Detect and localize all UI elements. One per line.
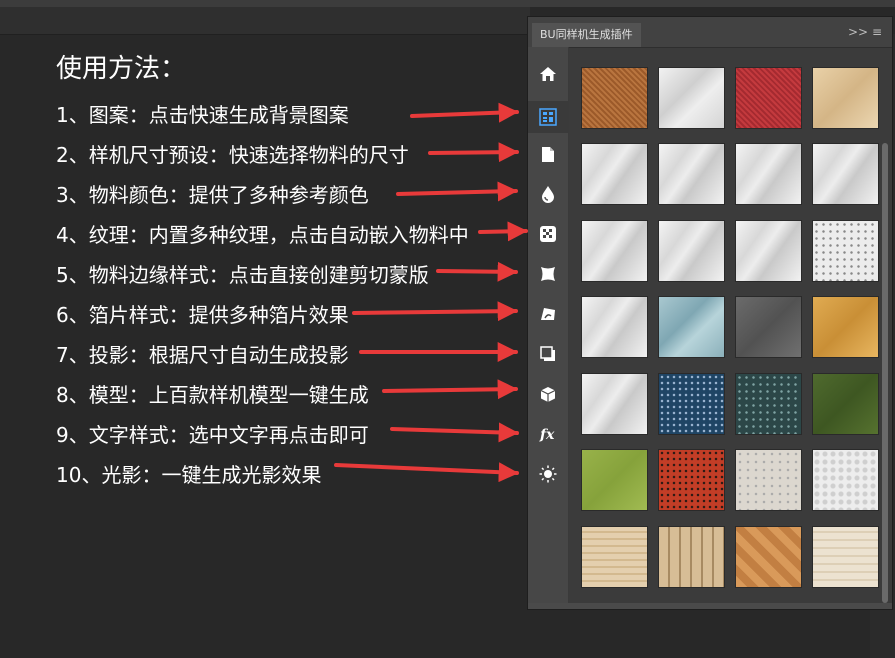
texture-tile-light-wood[interactable]: [581, 526, 648, 588]
plugin-panel: BU同样机生成插件 >> ≡ fx: [527, 16, 893, 610]
model-cube-icon[interactable]: [535, 381, 561, 407]
instruction-item: 5、物料边缘样式：点击直接创建剪切蒙版: [56, 263, 429, 287]
red-arrow: [436, 261, 518, 282]
texture-tile-marble[interactable]: [658, 143, 725, 205]
texture-tile-blue-marble[interactable]: [658, 296, 725, 358]
home-icon[interactable]: [535, 61, 561, 87]
texture-tile-marble[interactable]: [658, 220, 725, 282]
pattern-icon[interactable]: [528, 101, 568, 133]
texture-tile-marble[interactable]: [812, 143, 879, 205]
texture-tile-white-paper[interactable]: [658, 67, 725, 129]
color-drop-icon[interactable]: [535, 181, 561, 207]
texture-tile-parquet[interactable]: [735, 526, 802, 588]
red-arrow: [428, 142, 519, 163]
document-tab-strip: [0, 7, 530, 35]
texture-tile-green-felt[interactable]: [812, 373, 879, 435]
instruction-item: 8、模型：上百款样机模型一键生成: [56, 383, 369, 407]
texture-tile-marble[interactable]: [581, 373, 648, 435]
scrollbar[interactable]: [882, 143, 888, 603]
red-arrow: [352, 301, 518, 322]
shadow-icon[interactable]: [535, 341, 561, 367]
instructions: 使用方法： 1、图案：点击快速生成背景图案 2、样机尺寸预设：快速选择物料的尺寸…: [56, 52, 469, 487]
texture-tile-marble[interactable]: [735, 220, 802, 282]
instruction-item: 3、物料颜色：提供了多种参考颜色: [56, 183, 369, 207]
light-icon[interactable]: [535, 461, 561, 487]
instruction-item: 9、文字样式：选中文字再点击即可: [56, 423, 369, 447]
instructions-title: 使用方法：: [56, 54, 187, 84]
document-icon[interactable]: [535, 141, 561, 167]
red-arrow: [478, 221, 528, 242]
instruction-item: 10、光影：一键生成光影效果: [56, 463, 322, 487]
red-arrow: [390, 422, 519, 443]
svg-text:fx: fx: [539, 427, 555, 442]
texture-tile-burlap[interactable]: [581, 67, 648, 129]
instruction-item: 6、箔片样式：提供多种箔片效果: [56, 303, 349, 327]
texture-tile-wood-planks[interactable]: [658, 526, 725, 588]
red-arrow: [396, 181, 518, 202]
texture-tile-sand-paper[interactable]: [812, 67, 879, 129]
texture-tile-marble[interactable]: [581, 220, 648, 282]
panel-tab[interactable]: BU同样机生成插件: [532, 23, 641, 47]
app-top-bar: [0, 0, 895, 7]
texture-tile-marble[interactable]: [581, 143, 648, 205]
texture-tile-marble[interactable]: [581, 296, 648, 358]
panel-menu-icon[interactable]: ≡: [872, 24, 882, 40]
collapse-icon[interactable]: >>: [848, 24, 868, 40]
texture-tile-teal-terrazzo[interactable]: [735, 373, 802, 435]
texture-tile-marble[interactable]: [735, 143, 802, 205]
texture-grid: [569, 48, 892, 606]
tool-icon-column: fx: [528, 47, 569, 609]
texture-tile-gold-paper[interactable]: [812, 296, 879, 358]
texture-tile-pale-wood[interactable]: [812, 526, 879, 588]
instruction-item: 4、纹理：内置多种纹理，点击自动嵌入物料中: [56, 223, 469, 247]
texture-tile-beige-stone[interactable]: [735, 449, 802, 511]
instruction-item: 2、样机尺寸预设：快速选择物料的尺寸: [56, 143, 409, 167]
texture-tile-green-paper[interactable]: [581, 449, 648, 511]
fx-icon[interactable]: fx: [535, 421, 561, 447]
texture-tile-red-fabric[interactable]: [735, 67, 802, 129]
panel-header: BU同样机生成插件 >> ≡: [528, 17, 892, 48]
red-arrow: [382, 379, 518, 400]
instruction-item: 7、投影：根据尺寸自动生成投影: [56, 343, 349, 367]
texture-tile-red-terrazzo[interactable]: [658, 449, 725, 511]
panel-resize-handle[interactable]: [528, 603, 892, 609]
texture-icon[interactable]: [535, 221, 561, 247]
texture-tile-blue-terrazzo[interactable]: [658, 373, 725, 435]
foil-icon[interactable]: [535, 301, 561, 327]
instruction-item: 1、图案：点击快速生成背景图案: [56, 103, 349, 127]
texture-tile-gray-stone[interactable]: [735, 296, 802, 358]
edge-style-icon[interactable]: [535, 261, 561, 287]
red-arrow: [334, 462, 519, 483]
texture-tile-speckled-white[interactable]: [812, 220, 879, 282]
texture-tile-white-leather[interactable]: [812, 449, 879, 511]
red-arrow: [410, 102, 519, 123]
